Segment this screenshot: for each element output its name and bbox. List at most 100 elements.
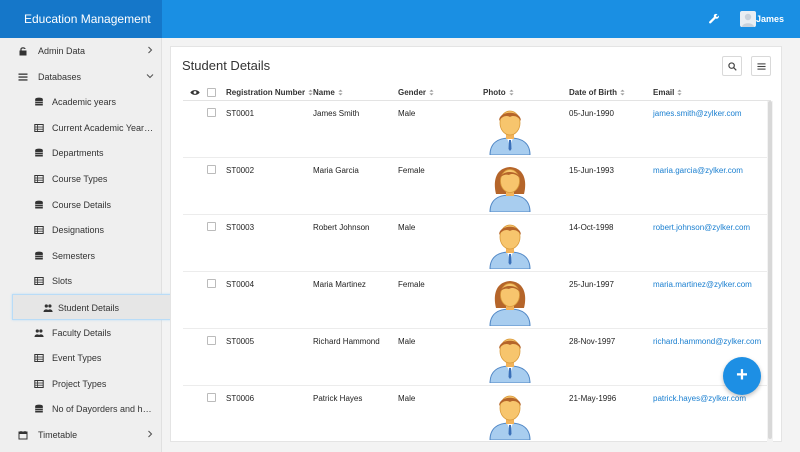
date-of-birth: 21-May-1996 <box>569 394 617 403</box>
sidebar-item-label: Faculty Details <box>52 327 112 338</box>
table-row[interactable]: ST0006 Patrick Hayes Male 21-May-1996 patric… <box>183 386 771 442</box>
email-link[interactable]: maria.martinez@zylker.com <box>653 280 752 289</box>
registration-number: ST0002 <box>226 166 255 175</box>
table-row[interactable]: ST0002 Maria Garcia Female 15-Jun-1993 maria… <box>183 158 771 215</box>
menu-button[interactable] <box>751 56 771 76</box>
student-photo <box>485 221 535 270</box>
database-icon <box>34 404 44 414</box>
table-row[interactable]: ST0005 Richard Hammond Male 28-Nov-1997 rich… <box>183 329 771 386</box>
sidebar-item-label: Slots <box>52 276 73 287</box>
column-header-date-of-birth[interactable]: Date of Birth <box>569 88 625 97</box>
sidebar-item-label: No of Dayorders and hours <box>52 404 154 415</box>
sidebar-item-academic-years[interactable]: Academic years <box>0 89 162 115</box>
sidebar-item-project-types[interactable]: Project Types <box>0 371 162 397</box>
sort-icon <box>305 88 313 97</box>
row-checkbox[interactable] <box>207 279 216 288</box>
sidebar-item-semesters[interactable]: Semesters <box>0 243 162 269</box>
chevron-right-icon <box>146 46 154 54</box>
table-row[interactable]: ST0001 James Smith Male 05-Jun-1990 james.sm… <box>183 101 771 158</box>
table-icon <box>34 379 44 389</box>
sidebar-item-course-details[interactable]: Course Details <box>0 192 162 218</box>
sidebar-item-label: Admin Data <box>38 46 86 56</box>
select-all-checkbox[interactable] <box>207 88 216 97</box>
gender: Male <box>398 109 416 118</box>
sort-icon <box>506 88 514 97</box>
row-checkbox[interactable] <box>207 108 216 117</box>
sidebar-item-student-details[interactable]: Student Details <box>12 294 174 320</box>
hamburger-icon <box>757 63 766 70</box>
column-header-gender[interactable]: Gender <box>398 88 434 97</box>
email-link[interactable]: patrick.hayes@zylker.com <box>653 394 746 403</box>
date-of-birth: 25-Jun-1997 <box>569 280 614 289</box>
registration-number: ST0006 <box>226 394 255 403</box>
sidebar-item-slots[interactable]: Slots <box>0 268 162 294</box>
sidebar-item-label: Designations <box>52 225 105 236</box>
row-checkbox[interactable] <box>207 336 216 345</box>
sidebar-item-admin-data[interactable]: Admin Data <box>0 38 162 64</box>
row-checkbox[interactable] <box>207 222 216 231</box>
gender: Male <box>398 337 416 346</box>
sidebar-item-timetable[interactable]: Timetable <box>0 422 162 448</box>
sidebar-item-current-academic-year-and-semester[interactable]: Current Academic Year and Semester <box>0 115 162 141</box>
student-name: James Smith <box>313 109 360 118</box>
student-name: Robert Johnson <box>313 223 370 232</box>
table-row[interactable]: ST0003 Robert Johnson Male 14-Oct-1998 rober… <box>183 215 771 272</box>
database-icon <box>34 251 44 261</box>
chevron-down-icon <box>146 72 154 80</box>
database-icon <box>34 148 44 158</box>
date-of-birth: 15-Jun-1993 <box>569 166 614 175</box>
search-icon <box>728 62 737 71</box>
sidebar-item-faculty-details[interactable]: Faculty Details <box>0 320 162 346</box>
email-link[interactable]: james.smith@zylker.com <box>653 109 742 118</box>
sidebar-item-label: Semesters <box>52 250 96 261</box>
row-checkbox[interactable] <box>207 165 216 174</box>
table-icon <box>34 276 44 286</box>
gender: Male <box>398 223 416 232</box>
scroll-thumb[interactable] <box>768 101 772 439</box>
email-link[interactable]: maria.garcia@zylker.com <box>653 166 743 175</box>
date-of-birth: 14-Oct-1998 <box>569 223 614 232</box>
sidebar-item-departments[interactable]: Departments <box>0 140 162 166</box>
calendar-icon <box>18 430 28 440</box>
student-name: Maria Garcia <box>313 166 359 175</box>
email-link[interactable]: robert.johnson@zylker.com <box>653 223 750 232</box>
column-header-name[interactable]: Name <box>313 88 343 97</box>
sidebar-item-label: Event Types <box>52 353 102 364</box>
search-button[interactable] <box>722 56 742 76</box>
sidebar-item-course-types[interactable]: Course Types <box>0 166 162 192</box>
registration-number: ST0003 <box>226 223 255 232</box>
sidebar-item-event-types[interactable]: Event Types <box>0 345 162 371</box>
sidebar-item-designations[interactable]: Designations <box>0 217 162 243</box>
page-title: Student Details <box>182 58 271 73</box>
table-header: Registration Number Name Gender Photo Date o… <box>183 84 771 101</box>
email-link[interactable]: richard.hammond@zylker.com <box>653 337 761 346</box>
sidebar-item-databases[interactable]: Databases <box>0 64 162 90</box>
table-icon <box>34 225 44 235</box>
table-icon <box>34 353 44 363</box>
user-name[interactable]: James <box>756 14 784 24</box>
column-header-registration-number[interactable]: Registration Number <box>226 88 313 97</box>
sidebar-item-label: Databases <box>38 71 82 82</box>
wrench-icon[interactable] <box>708 13 720 25</box>
student-photo <box>485 278 535 327</box>
table-scrollbar[interactable] <box>767 101 773 442</box>
eye-icon[interactable] <box>190 89 200 96</box>
app-title[interactable]: Education Management <box>0 0 162 38</box>
table-icon <box>34 174 44 184</box>
gender: Female <box>398 166 425 175</box>
registration-number: ST0004 <box>226 280 255 289</box>
sidebar-item-no-of-dayorders-and-hours[interactable]: No of Dayorders and hours <box>0 396 162 422</box>
row-checkbox[interactable] <box>207 393 216 402</box>
list-icon <box>18 72 28 82</box>
database-icon <box>34 200 44 210</box>
user-avatar[interactable] <box>740 11 756 27</box>
column-header-email[interactable]: Email <box>653 88 682 97</box>
student-photo <box>485 335 535 384</box>
sidebar-item-label: Course Details <box>52 199 112 210</box>
add-record-button[interactable]: + <box>723 357 761 395</box>
student-photo <box>485 107 535 156</box>
column-header-photo[interactable]: Photo <box>483 88 514 97</box>
table-row[interactable]: ST0004 Maria Martinez Female 25-Jun-1997 mar… <box>183 272 771 329</box>
column-header-label: Registration Number <box>226 88 306 97</box>
registration-number: ST0005 <box>226 337 255 346</box>
